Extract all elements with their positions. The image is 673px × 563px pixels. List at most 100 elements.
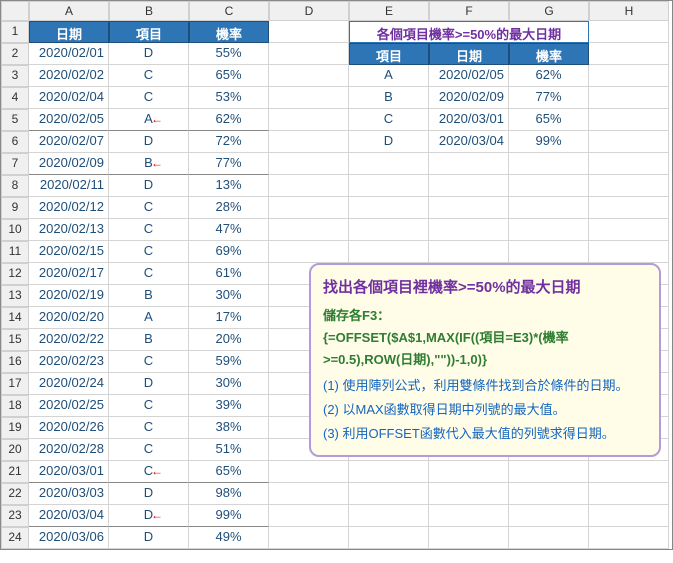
row-header-12[interactable]: 12	[1, 263, 29, 285]
row-header-3[interactable]: 3	[1, 65, 29, 87]
main-rate[interactable]: 51%	[189, 439, 269, 461]
empty-cell[interactable]	[429, 461, 509, 483]
main-date[interactable]: 2020/02/17	[29, 263, 109, 285]
main-date[interactable]: 2020/03/03	[29, 483, 109, 505]
column-header-B[interactable]: B	[109, 1, 189, 21]
empty-cell[interactable]	[589, 197, 669, 219]
main-item[interactable]: D	[109, 43, 189, 65]
empty-cell[interactable]	[509, 461, 589, 483]
empty-cell[interactable]	[589, 175, 669, 197]
main-date[interactable]: 2020/02/23	[29, 351, 109, 373]
main-date[interactable]: 2020/02/07	[29, 131, 109, 153]
column-header-H[interactable]: H	[589, 1, 669, 21]
main-rate[interactable]: 30%	[189, 373, 269, 395]
empty-cell[interactable]	[509, 153, 589, 175]
row-header-20[interactable]: 20	[1, 439, 29, 461]
main-date[interactable]: 2020/02/20	[29, 307, 109, 329]
empty-cell[interactable]	[589, 153, 669, 175]
row-header-11[interactable]: 11	[1, 241, 29, 263]
empty-cell[interactable]	[429, 241, 509, 263]
empty-cell[interactable]	[509, 175, 589, 197]
empty-cell[interactable]	[429, 505, 509, 527]
empty-cell[interactable]	[509, 219, 589, 241]
row-header-2[interactable]: 2	[1, 43, 29, 65]
empty-cell[interactable]	[589, 527, 669, 549]
main-date[interactable]: 2020/02/26	[29, 417, 109, 439]
main-item[interactable]: D←	[109, 505, 189, 527]
main-date[interactable]: 2020/02/01	[29, 43, 109, 65]
main-item[interactable]: D	[109, 527, 189, 549]
empty-cell[interactable]	[589, 131, 669, 153]
main-item[interactable]: A←	[109, 109, 189, 131]
main-rate[interactable]: 72%	[189, 131, 269, 153]
side-date[interactable]: 2020/03/01	[429, 109, 509, 131]
empty-cell[interactable]	[269, 21, 349, 43]
side-rate[interactable]: 99%	[509, 131, 589, 153]
main-item[interactable]: D	[109, 175, 189, 197]
empty-cell[interactable]	[509, 483, 589, 505]
main-item[interactable]: C	[109, 417, 189, 439]
main-item[interactable]: C	[109, 197, 189, 219]
empty-cell[interactable]	[269, 175, 349, 197]
row-header-9[interactable]: 9	[1, 197, 29, 219]
main-item[interactable]: D	[109, 131, 189, 153]
main-item[interactable]: B	[109, 329, 189, 351]
main-item[interactable]: C	[109, 439, 189, 461]
empty-cell[interactable]	[269, 197, 349, 219]
side-item[interactable]: D	[349, 131, 429, 153]
main-item[interactable]: C	[109, 65, 189, 87]
main-rate[interactable]: 28%	[189, 197, 269, 219]
empty-cell[interactable]	[349, 461, 429, 483]
main-date[interactable]: 2020/03/04	[29, 505, 109, 527]
row-header-24[interactable]: 24	[1, 527, 29, 549]
main-date[interactable]: 2020/02/09	[29, 153, 109, 175]
main-item[interactable]: A	[109, 307, 189, 329]
column-header-C[interactable]: C	[189, 1, 269, 21]
main-rate[interactable]: 99%	[189, 505, 269, 527]
main-item[interactable]: C	[109, 351, 189, 373]
empty-cell[interactable]	[589, 43, 669, 65]
row-header-8[interactable]: 8	[1, 175, 29, 197]
main-item[interactable]: B	[109, 285, 189, 307]
side-rate[interactable]: 65%	[509, 109, 589, 131]
empty-cell[interactable]	[349, 505, 429, 527]
empty-cell[interactable]	[269, 527, 349, 549]
column-header-F[interactable]: F	[429, 1, 509, 21]
main-rate[interactable]: 38%	[189, 417, 269, 439]
side-date[interactable]: 2020/02/09	[429, 87, 509, 109]
main-rate[interactable]: 47%	[189, 219, 269, 241]
empty-cell[interactable]	[349, 527, 429, 549]
empty-cell[interactable]	[349, 153, 429, 175]
column-header-A[interactable]: A	[29, 1, 109, 21]
main-rate[interactable]: 17%	[189, 307, 269, 329]
main-rate[interactable]: 39%	[189, 395, 269, 417]
main-rate[interactable]: 62%	[189, 109, 269, 131]
empty-cell[interactable]	[589, 505, 669, 527]
main-date[interactable]: 2020/02/24	[29, 373, 109, 395]
row-header-6[interactable]: 6	[1, 131, 29, 153]
main-date[interactable]: 2020/02/15	[29, 241, 109, 263]
main-item[interactable]: C	[109, 263, 189, 285]
row-header-4[interactable]: 4	[1, 87, 29, 109]
side-date[interactable]: 2020/02/05	[429, 65, 509, 87]
main-item[interactable]: D	[109, 483, 189, 505]
empty-cell[interactable]	[269, 461, 349, 483]
main-rate[interactable]: 13%	[189, 175, 269, 197]
empty-cell[interactable]	[269, 483, 349, 505]
empty-cell[interactable]	[349, 219, 429, 241]
main-rate[interactable]: 61%	[189, 263, 269, 285]
main-date[interactable]: 2020/03/06	[29, 527, 109, 549]
side-item[interactable]: C	[349, 109, 429, 131]
empty-cell[interactable]	[509, 505, 589, 527]
corner-cell[interactable]	[1, 1, 29, 21]
empty-cell[interactable]	[269, 241, 349, 263]
main-item[interactable]: C	[109, 219, 189, 241]
row-header-22[interactable]: 22	[1, 483, 29, 505]
main-rate[interactable]: 98%	[189, 483, 269, 505]
empty-cell[interactable]	[429, 219, 509, 241]
main-rate[interactable]: 55%	[189, 43, 269, 65]
main-item[interactable]: B←	[109, 153, 189, 175]
main-date[interactable]: 2020/02/04	[29, 87, 109, 109]
main-rate[interactable]: 77%	[189, 153, 269, 175]
column-header-G[interactable]: G	[509, 1, 589, 21]
